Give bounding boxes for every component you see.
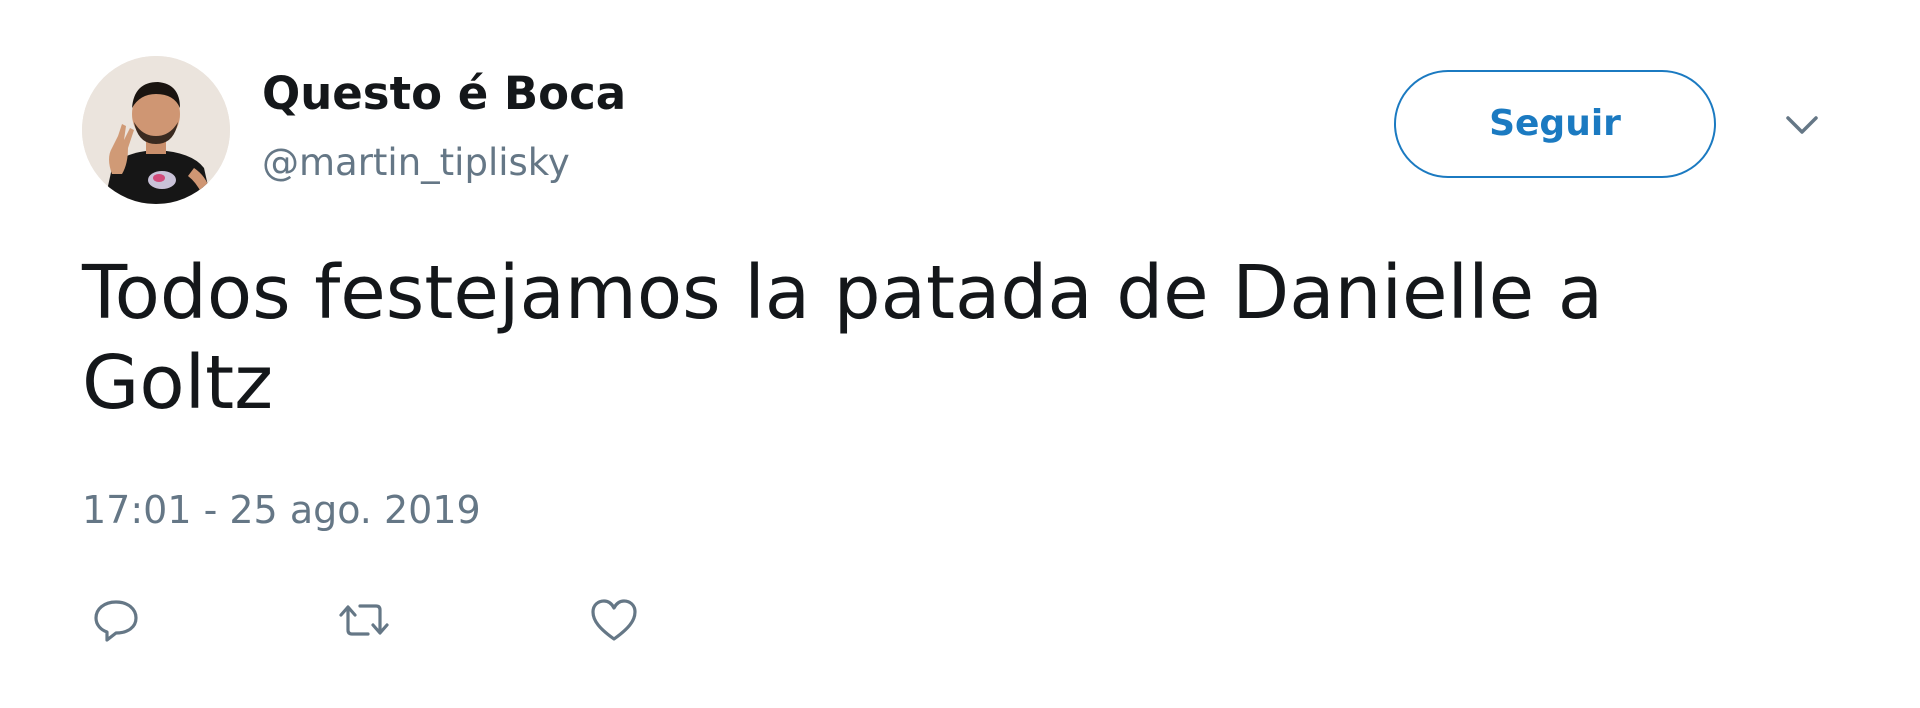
user-handle[interactable]: @martin_tiplisky <box>262 140 570 186</box>
tweet-text: Todos festejamos la patada de Danielle a… <box>82 250 1604 426</box>
tweet-card: Questo é Boca @martin_tiplisky Seguir To… <box>0 0 1920 708</box>
display-name[interactable]: Questo é Boca <box>262 66 626 122</box>
retweet-icon[interactable] <box>338 594 390 646</box>
avatar[interactable] <box>82 56 230 204</box>
reply-icon[interactable] <box>90 594 142 646</box>
user-avatar-photo-icon <box>82 56 230 204</box>
like-icon[interactable] <box>588 594 640 646</box>
chevron-down-icon[interactable] <box>1780 112 1824 140</box>
tweet-timestamp[interactable]: 17:01 - 25 ago. 2019 <box>82 486 481 534</box>
follow-button[interactable]: Seguir <box>1394 70 1716 178</box>
